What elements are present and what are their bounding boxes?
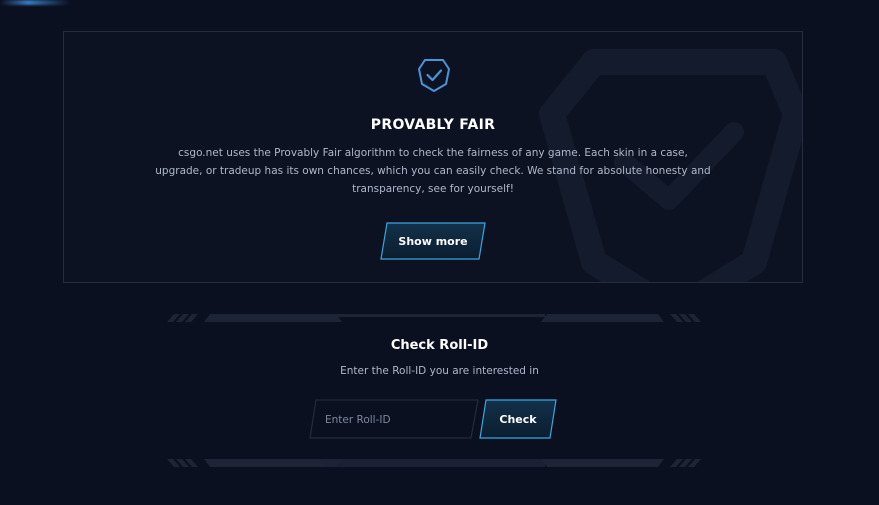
check-roll-id-title: Check Roll-ID bbox=[390, 338, 489, 353]
top-divider bbox=[167, 314, 701, 322]
show-more-label: Show more bbox=[398, 234, 468, 248]
roll-id-input-container bbox=[309, 399, 479, 441]
top-glow-decoration bbox=[0, 0, 70, 5]
shield-check-icon bbox=[418, 59, 450, 92]
provably-fair-title: PROVABLY FAIR bbox=[370, 117, 496, 133]
show-more-button[interactable]: Show more bbox=[380, 222, 486, 260]
check-button[interactable]: Check bbox=[479, 399, 557, 439]
provably-fair-card: PROVABLY FAIR csgo.net uses the Provably… bbox=[63, 31, 803, 283]
check-button-label: Check bbox=[499, 412, 537, 426]
provably-fair-description: csgo.net uses the Provably Fair algorith… bbox=[155, 147, 711, 195]
bottom-divider bbox=[167, 459, 701, 467]
check-roll-id-subtitle: Enter the Roll-ID you are interested in bbox=[340, 365, 539, 377]
roll-id-input[interactable] bbox=[323, 399, 467, 441]
